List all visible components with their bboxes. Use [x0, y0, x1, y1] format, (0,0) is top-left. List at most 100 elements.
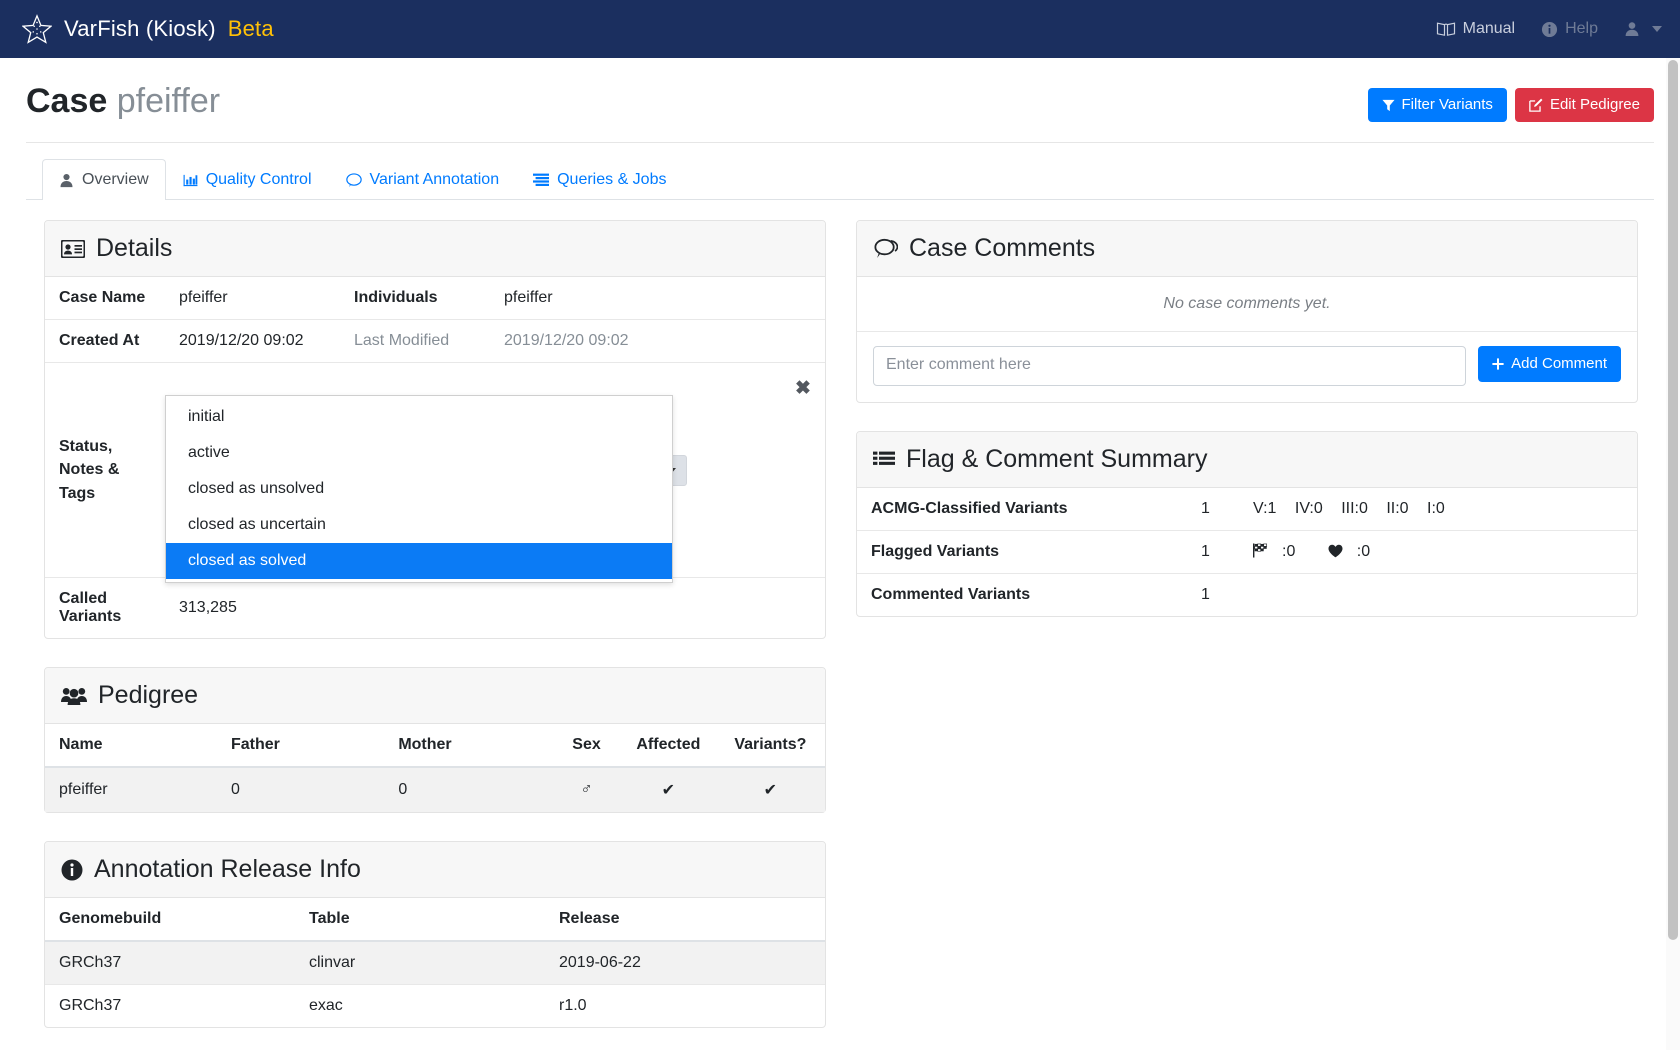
left-column: Details Case Name pfeiffer Individuals p… [44, 220, 826, 1050]
annotation-cell-table: exac [295, 984, 545, 1027]
pedigree-col-affected: Affected [620, 724, 716, 768]
status-label: Status, Notes & Tags [45, 362, 165, 578]
annotation-release-card-header: Annotation Release Info [45, 842, 825, 898]
pedigree-col-father: Father [216, 724, 385, 768]
status-option-active[interactable]: active [166, 435, 672, 471]
acmg-classified-variants-label: ACMG-Classified Variants [871, 500, 1068, 517]
tab-variant-annotation[interactable]: Variant Annotation [329, 159, 517, 200]
details-card-title: Details [96, 234, 173, 262]
flag-breakdown: :0 :0 [1239, 530, 1637, 574]
details-table: Case Name pfeiffer Individuals pfeiffer … [45, 277, 825, 638]
case-status-dropdown-menu[interactable]: initial active closed as unsolved closed… [165, 395, 673, 583]
created-at-value: 2019/12/20 09:02 [165, 319, 340, 363]
acmg-class-breakdown: V:1 IV:0 III:0 II:0 I:0 [1239, 488, 1637, 531]
brand[interactable]: VarFish (Kiosk) Beta [22, 14, 274, 44]
annotation-cell-release: r1.0 [545, 984, 825, 1027]
pedigree-header-row: Name Father Mother Sex Affected Variants… [45, 724, 825, 768]
annotation-col-genomebuild: Genomebuild [45, 898, 295, 942]
nav-link-help-label: Help [1565, 20, 1598, 37]
acmg-class-v: V:1 [1253, 500, 1277, 517]
case-comments-empty-text: No case comments yet. [857, 277, 1637, 332]
annotation-cell-table: clinvar [309, 954, 356, 971]
status-option-closed-as-uncertain[interactable]: closed as uncertain [166, 507, 672, 543]
tab-overview-label: Overview [82, 171, 149, 188]
tab-quality-control[interactable]: Quality Control [166, 159, 329, 200]
top-navbar: VarFish (Kiosk) Beta Manual Help [0, 0, 1680, 58]
pedigree-table: Name Father Mother Sex Affected Variants… [45, 724, 825, 812]
check-icon: ✔ [763, 782, 778, 799]
created-at-label: Created At [45, 319, 165, 363]
add-comment-button[interactable]: Add Comment [1478, 346, 1621, 382]
checkered-flag-count: :0 [1282, 543, 1296, 560]
commented-variants-count: 1 [1187, 573, 1239, 616]
annotation-release-card: Annotation Release Info Genomebuild Tabl… [44, 841, 826, 1028]
user-icon [1624, 21, 1640, 37]
tab-queries-jobs[interactable]: Queries & Jobs [516, 159, 683, 200]
last-modified-value: 2019/12/20 09:02 [490, 319, 825, 363]
flagged-variants-count: 1 [1187, 530, 1239, 574]
annotation-cell-genomebuild: GRCh37 [59, 954, 122, 971]
scrollbar-thumb[interactable] [1668, 60, 1678, 940]
individuals-value: pfeiffer [504, 289, 553, 306]
add-comment-label: Add Comment [1511, 355, 1607, 372]
commented-variants-label: Commented Variants [857, 573, 1187, 616]
flag-summary-card-title: Flag & Comment Summary [906, 445, 1208, 473]
comment-input[interactable] [873, 346, 1467, 386]
edit-pedigree-label: Edit Pedigree [1549, 96, 1640, 113]
heart-flag-entry: :0 [1328, 543, 1384, 560]
nav-link-manual-label: Manual [1462, 20, 1516, 37]
list-stream-icon [533, 173, 550, 187]
heart-flag-count: :0 [1356, 543, 1371, 560]
case-comments-form: Add Comment [857, 332, 1637, 402]
status-option-initial[interactable]: initial [166, 399, 672, 435]
acmg-class-iii: III:0 [1341, 500, 1368, 517]
chevron-down-icon[interactable] [1652, 26, 1662, 32]
called-variants-label: Called Variants [45, 577, 165, 638]
called-variants-value: 313,285 [165, 577, 825, 638]
table-row: GRCh37 clinvar 2019-06-22 [45, 941, 825, 985]
acmg-class-ii: II:0 [1386, 500, 1409, 517]
users-icon [61, 686, 87, 705]
pedigree-card: Pedigree Name Father Mother Sex Affected… [44, 667, 826, 813]
info-circle-icon [1541, 21, 1558, 38]
pedigree-cell-name: pfeiffer [59, 781, 108, 798]
case-comments-card-header: Case Comments [857, 221, 1637, 277]
tab-quality-control-label: Quality Control [205, 171, 312, 188]
checkered-flag-icon [1253, 543, 1268, 558]
nav-link-manual[interactable]: Manual [1436, 20, 1515, 38]
user-menu[interactable] [1624, 21, 1640, 37]
filter-variants-label: Filter Variants [1401, 96, 1493, 113]
tab-overview[interactable]: Overview [42, 159, 166, 200]
details-row-created-at: Created At 2019/12/20 09:02 Last Modifie… [45, 319, 825, 363]
case-comments-card: Case Comments No case comments yet. Add … [856, 220, 1638, 403]
pedigree-col-sex: Sex [552, 724, 621, 768]
details-row-called-variants: Called Variants 313,285 [45, 577, 825, 638]
flag-summary-card-header: Flag & Comment Summary [857, 432, 1637, 488]
id-card-icon [61, 239, 85, 258]
comment-icon [345, 172, 362, 188]
filter-variants-button[interactable]: Filter Variants [1367, 88, 1507, 122]
chart-bar-icon [183, 173, 198, 188]
annotation-cell-release: 2019-06-22 [559, 954, 641, 971]
status-option-closed-as-unsolved[interactable]: closed as unsolved [166, 471, 672, 507]
commented-variants-extra [1239, 573, 1637, 616]
annotation-cell-genomebuild: GRCh37 [45, 984, 295, 1027]
table-row: ACMG-Classified Variants 1 V:1 IV:0 III:… [857, 488, 1637, 531]
table-row: pfeiffer 0 0 ♂ ✔ ✔ [45, 767, 825, 812]
pedigree-card-header: Pedigree [45, 668, 825, 724]
details-row-status: Status, Notes & Tags initial initial act… [45, 362, 825, 583]
edit-pedigree-button[interactable]: Edit Pedigree [1514, 88, 1654, 122]
close-x-icon[interactable]: ✖ [795, 377, 811, 400]
header-actions: Filter Variants Edit Pedigree [1367, 84, 1654, 122]
flag-comment-summary-card: Flag & Comment Summary ACMG-Classified V… [856, 431, 1638, 617]
annotation-release-table: Genomebuild Table Release GRCh37 clinvar… [45, 898, 825, 1027]
user-icon [59, 173, 74, 188]
flag-summary-table: ACMG-Classified Variants 1 V:1 IV:0 III:… [857, 488, 1637, 616]
page-scrollbar[interactable] [1666, 58, 1680, 1050]
flagged-variants-label: Flagged Variants [857, 530, 1187, 574]
status-option-closed-as-solved[interactable]: closed as solved [166, 543, 672, 579]
nav-link-help[interactable]: Help [1541, 20, 1598, 38]
heart-icon [1328, 544, 1343, 558]
brand-beta-badge: Beta [227, 16, 274, 41]
case-name-label: Case Name [59, 289, 146, 306]
